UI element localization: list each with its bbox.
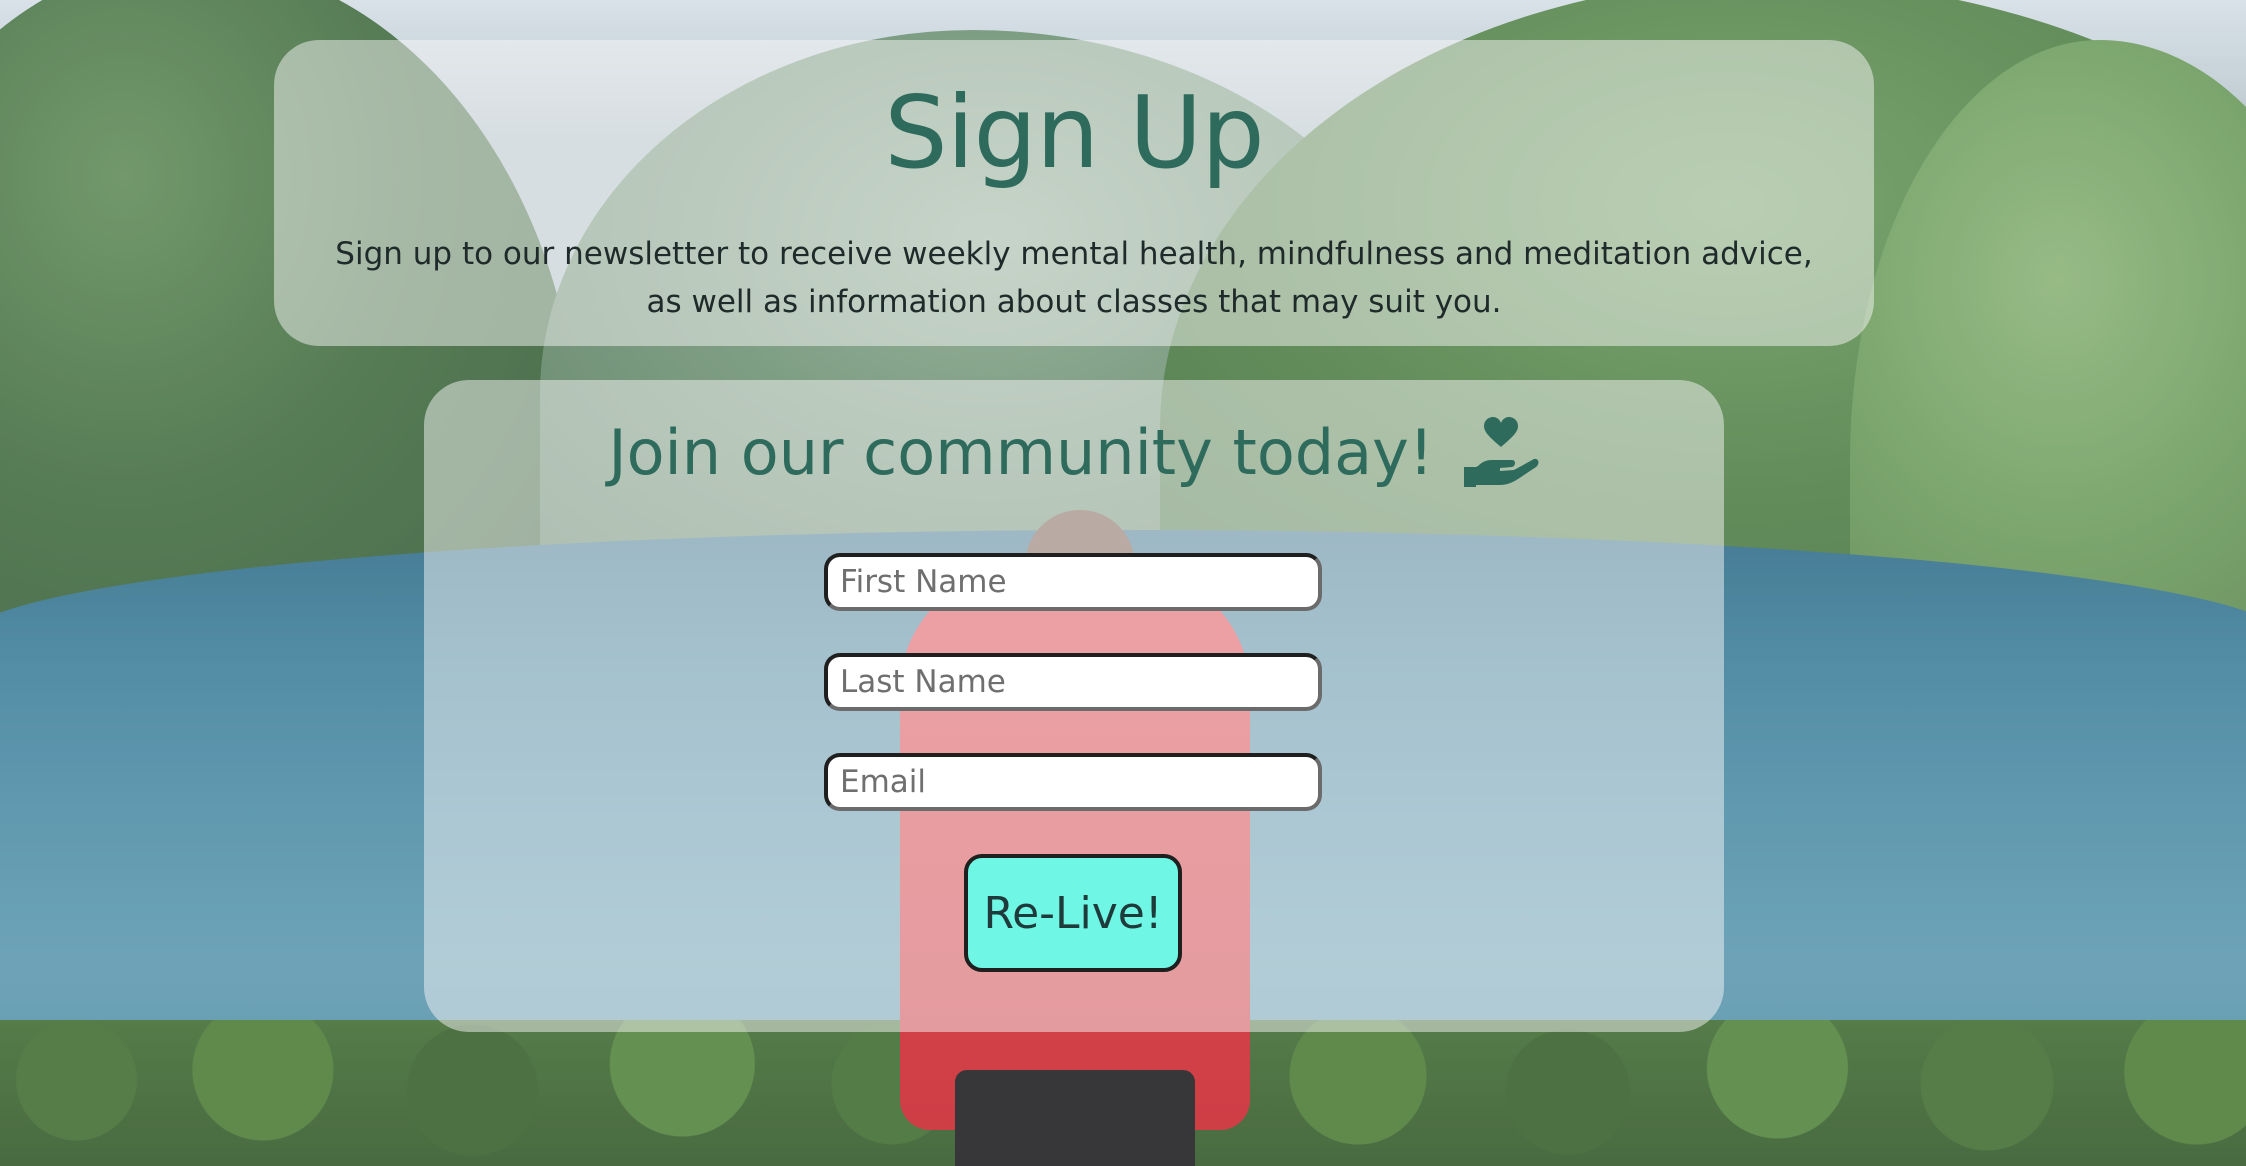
header-card: Sign Up Sign up to our newsletter to rec… bbox=[274, 40, 1874, 346]
email-input[interactable] bbox=[824, 753, 1322, 811]
form-heading-text: Join our community today! bbox=[608, 416, 1434, 489]
submit-button[interactable]: Re-Live! bbox=[964, 854, 1182, 972]
last-name-input[interactable] bbox=[824, 653, 1322, 711]
form-heading: Join our community today! bbox=[424, 416, 1724, 490]
signup-form-card: Join our community today! Re-Live! bbox=[424, 380, 1724, 1032]
hand-holding-heart-icon bbox=[1462, 417, 1540, 489]
page-title: Sign Up bbox=[884, 74, 1265, 191]
first-name-input[interactable] bbox=[824, 553, 1322, 611]
page-intro-text: Sign up to our newsletter to receive wee… bbox=[335, 236, 1813, 321]
